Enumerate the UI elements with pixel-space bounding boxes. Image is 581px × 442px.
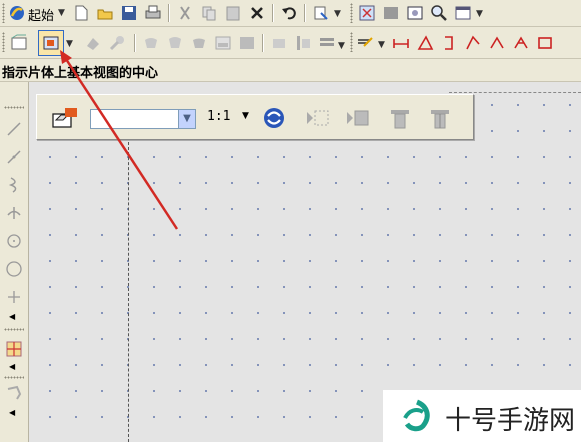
watermark-logo-icon [403, 399, 430, 432]
watermark: 十号手游网 [383, 390, 581, 442]
watermark-text: 十号手游网 [445, 406, 576, 436]
annotation-arrow [60, 50, 179, 230]
